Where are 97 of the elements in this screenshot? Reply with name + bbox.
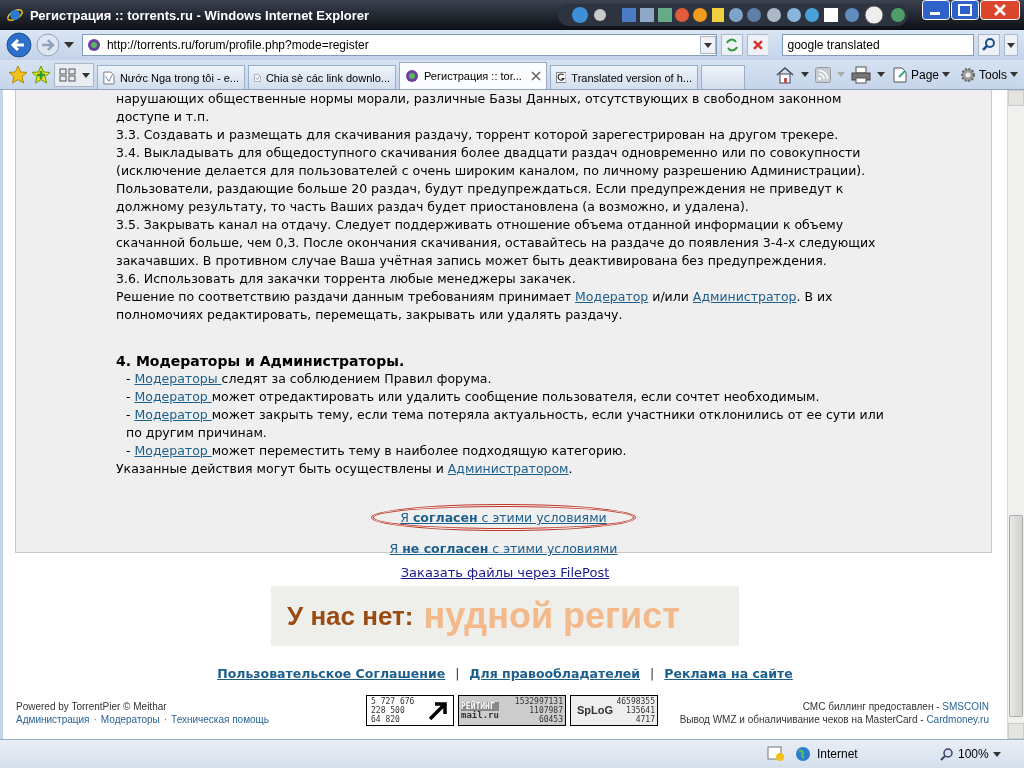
print-icon[interactable]	[850, 65, 871, 84]
page-icon	[103, 69, 115, 86]
banner-text: У нас нет:	[287, 600, 414, 632]
browser-tab[interactable]: Chia sè các link downlo...	[248, 65, 396, 89]
billing-text: Вывод WMZ и обналичивание чеков на MasterCard -	[679, 714, 925, 725]
rule-paragraph: Указанные действия могут быть осуществлены и Администратором.	[116, 460, 574, 478]
home-icon[interactable]	[774, 65, 795, 84]
minimize-icon[interactable]	[922, 0, 950, 20]
counter-badge[interactable]: РЕЙТИНГ mail.ru 1532997131 1107987 60453	[458, 695, 566, 726]
counter-value: 1532997131	[514, 697, 563, 706]
rule-paragraph: 3.3. Создавать и размещать для скачивания раздачу, торрент которой зарегестрирован на другом трекере.	[116, 126, 840, 144]
site-icon	[405, 69, 419, 83]
page-menu-button[interactable]: Page	[890, 66, 952, 83]
google-icon	[556, 70, 567, 85]
browser-tab[interactable]: Nước Nga trong tôi - e...	[97, 65, 245, 89]
terms-link[interactable]: Я не согласен с этими условиями	[360, 535, 647, 562]
zoom-control[interactable]: 100%	[940, 747, 1014, 761]
browser-logo-icon	[6, 6, 24, 24]
separator-text: ·	[93, 714, 97, 725]
arrow-icon	[427, 699, 449, 722]
rule-item: - Модератор может закрыть тему, если тема потеряла актуальность, если участники отклонились от ее сути или по другим причинам.	[125, 406, 885, 442]
rule-paragraph: 3.6. Использовать для закачки торрента любые менеджеры закачек.	[116, 270, 577, 288]
rule-paragraph: Решение по соответствию раздачи данным требованиям принимает Модератор и/или Администратор. В их полномочиях редактировать, перемещать, закрывать или удалять раздачу.	[116, 288, 834, 324]
stop-icon[interactable]	[746, 34, 769, 56]
counter-label: РЕЙТИНГ	[461, 701, 499, 711]
billing-link[interactable]: SMSCOIN	[942, 701, 989, 712]
zoom-icon	[940, 747, 954, 761]
gear-icon	[960, 66, 976, 83]
search-field[interactable]: google translated	[782, 34, 975, 56]
counter-value: 4717	[635, 715, 655, 724]
counter-value: 60453	[538, 715, 563, 724]
counter-logo: mail.ru	[461, 710, 499, 720]
footer-link[interactable]: Для правообладателей	[469, 666, 641, 681]
add-favorite-icon[interactable]	[31, 64, 51, 85]
rule-paragraph: 3.5. Закрывать канал на отдачу. Следует поддерживать отношение объема отданной информации к объему скачанной больше, чем 0,3. После окончания скачивания, оставайтесь на раздаче до появления 3-4-х следующих закачавших. В противном случае Ваша учётная запись может быть деактивирована без предупреждения.	[116, 216, 877, 270]
separator-text: |	[650, 666, 655, 681]
footer-link[interactable]: Пользовательское Соглашение	[217, 666, 446, 681]
footer-link[interactable]: Администрация	[16, 714, 90, 725]
back-icon[interactable]	[6, 32, 32, 58]
feeds-icon[interactable]	[814, 66, 831, 83]
counter-logo: SpLoG	[577, 706, 614, 715]
section-heading: 4. Модераторы и Администраторы.	[116, 352, 406, 370]
dropdown-arrow-icon	[992, 751, 1001, 757]
dropdown-arrow-icon[interactable]	[800, 72, 809, 77]
dropdown-arrow-icon[interactable]	[876, 72, 885, 77]
dropdown-arrow-icon	[1010, 72, 1018, 77]
counter-value: 64 820	[371, 715, 401, 724]
footer-link[interactable]: Техническая помощь	[171, 714, 270, 725]
tools-menu-button[interactable]: Tools	[958, 66, 1020, 83]
counter-value: 1107987	[529, 706, 563, 715]
billing-text: СМС биллинг предоставлен -	[802, 701, 941, 712]
rule-item: - Модератор может отредактировать или удалить сообщение пользователя, если сочтет необходимым.	[125, 388, 821, 406]
footer-link[interactable]: Реклама на сайте	[664, 666, 793, 681]
globe-icon	[795, 746, 811, 762]
close-tab-icon[interactable]	[531, 71, 541, 81]
rule-paragraph: 3.4. Выкладывать для общедоступного скачивания более двадцати раздач одновременно или по совокупности (исключение делается для пользователей с очень широким каналом, по личному разрешению Администрации).	[116, 144, 867, 180]
powered-by-text: Powered by TorrentPier © Meithar	[16, 701, 168, 712]
filepost-link[interactable]: Заказать файлы через FilePost	[400, 565, 610, 580]
quick-launch-icons-drawing[interactable]	[558, 3, 908, 27]
close-icon[interactable]	[980, 0, 1020, 20]
billing-link[interactable]: Cardmoney.ru	[926, 714, 989, 725]
scrollbar-thumb[interactable]	[1009, 515, 1023, 717]
forum-link[interactable]: Модераторы	[134, 371, 222, 386]
security-warning-icon	[767, 746, 785, 762]
forum-link[interactable]: Администратором	[447, 461, 569, 476]
footer-link[interactable]: Модераторы	[100, 714, 160, 725]
security-zone[interactable]: Internet	[795, 746, 930, 762]
dropdown-arrow-icon[interactable]	[63, 42, 74, 48]
tab-list-icon[interactable]	[54, 62, 94, 87]
browser-tab[interactable]: Регистрация :: tor...	[399, 62, 547, 89]
dropdown-arrow-icon	[942, 72, 950, 77]
forum-link[interactable]: Модератор	[134, 407, 212, 422]
scrollbar[interactable]	[1007, 90, 1024, 739]
rule-item: - Модератор может переместить тему в наиболее подходящую категорию.	[125, 442, 628, 460]
separator-text: |	[455, 666, 460, 681]
browser-tab[interactable]: Translated version of h...	[550, 65, 698, 89]
page-icon	[892, 66, 908, 83]
forum-link[interactable]: Модератор	[134, 389, 212, 404]
maximize-icon[interactable]	[951, 0, 979, 20]
counter-value: 135641	[626, 706, 655, 715]
counter-value: 5 727 676	[371, 697, 415, 706]
search-icon[interactable]	[978, 34, 1001, 56]
rule-paragraph: Пользователи, раздающие больше 20 раздач, будут предупреждаться. Если предупреждения не приведут к должному результату, то часть Ваших раздач будет приостановлена (а возможно, и удалена).	[116, 180, 845, 216]
rule-item: - Модераторы следят за соблюдением Правил форума.	[125, 370, 493, 388]
forum-link[interactable]: Модератор	[575, 289, 649, 304]
window-title: Регистрация :: torrents.ru - Windows Internet Explorer	[30, 7, 371, 23]
counter-value: 46598355	[616, 697, 655, 706]
banner-faded-text: нудной регист	[423, 595, 680, 637]
favorites-star-icon[interactable]	[8, 64, 28, 85]
rule-paragraph: нарушающих общественные нормы морали, различные Базы Данных, отсутствующих в свободном законном доступе и т.п.	[116, 90, 843, 126]
forum-link[interactable]: Модератор	[134, 443, 212, 458]
site-icon	[86, 38, 101, 52]
address-field[interactable]: http://torrents.ru/forum/profile.php?mode=register	[81, 34, 717, 56]
banner[interactable]: У нас нет: нудной регист	[271, 586, 739, 646]
counter-badge[interactable]: 5 727 676 228 500 64 820	[366, 695, 454, 726]
counter-value: 228 500	[371, 706, 406, 715]
separator-text: ·	[163, 714, 168, 725]
